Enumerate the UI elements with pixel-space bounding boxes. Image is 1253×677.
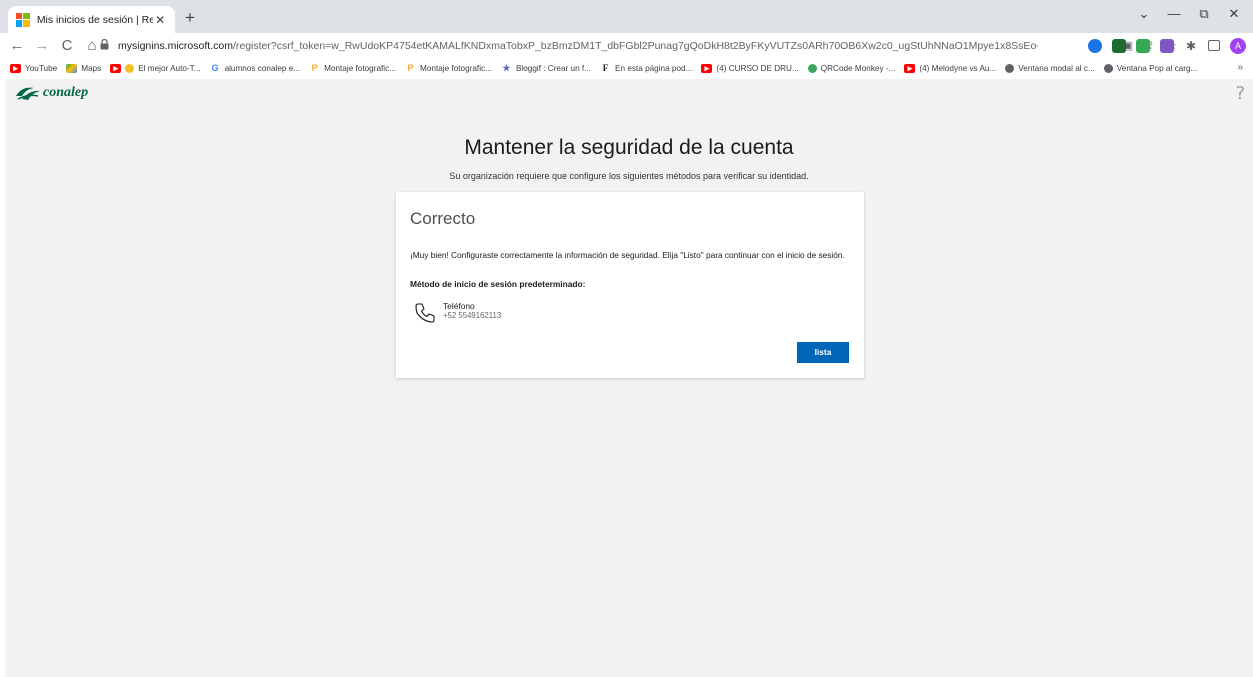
star-icon: ★ xyxy=(502,62,511,73)
extensions-puzzle-icon[interactable]: ✱ xyxy=(1184,39,1198,53)
extension-sheet-icon[interactable] xyxy=(1136,38,1150,53)
maps-icon xyxy=(66,63,78,73)
bookmark-item[interactable]: F En esta página pod... xyxy=(600,62,693,73)
extensions-area: ✱ A ⋮ xyxy=(1088,35,1253,56)
bookmark-label: (4) Melodyne vs Au... xyxy=(919,63,997,73)
bookmark-item[interactable]: ▸ (4) CURSO DE DRU... xyxy=(701,63,799,73)
conalep-logo: conalep xyxy=(14,84,88,102)
emoji-icon xyxy=(125,63,135,73)
youtube-icon: ▸ xyxy=(110,63,122,73)
p-icon: P xyxy=(407,62,414,73)
youtube-icon: ▸ xyxy=(904,63,916,73)
method-details: Teléfono +52 5549162113 xyxy=(443,301,501,321)
brand-header: conalep ? xyxy=(5,79,1253,111)
tab-search-icon[interactable]: ⌄ xyxy=(1129,3,1159,25)
bookmark-item[interactable]: Galumnos conalep e... xyxy=(210,62,301,73)
qr-icon xyxy=(807,63,817,73)
bookmark-item[interactable]: ★ Bloggif : Crear un f... xyxy=(501,62,592,73)
tab-title: Mis inicios de sesión | Registrarse xyxy=(36,13,154,26)
url-host: mysignins.microsoft.com xyxy=(118,39,233,52)
extension-purple-icon[interactable] xyxy=(1160,38,1174,53)
method-name: Teléfono xyxy=(443,301,475,311)
phone-icon xyxy=(415,303,435,323)
microsoft-logo-icon xyxy=(16,12,30,27)
bookmark-label: YouTube xyxy=(25,63,58,73)
url-text[interactable]: mysignins.microsoft.com/register?csrf_to… xyxy=(118,40,1038,52)
address-bar[interactable]: mysignins.microsoft.com/register?csrf_to… xyxy=(100,35,1177,56)
bookmarks-more-icon[interactable]: » xyxy=(1237,58,1243,78)
extension-sat-icon[interactable] xyxy=(1112,38,1126,53)
youtube-icon: ▸ xyxy=(701,63,713,73)
bookmark-label: El mejor Auto-T... xyxy=(138,63,201,73)
default-method: Teléfono +52 5549162113 xyxy=(414,301,501,324)
browser-toolbar: ← → C ⌂ mysignins.microsoft.com/register… xyxy=(0,33,1253,58)
page-subtitle: Su organización requiere que configure l… xyxy=(449,171,809,181)
lock-icon[interactable] xyxy=(100,38,112,53)
bookmark-label: (4) CURSO DE DRU... xyxy=(716,63,799,73)
bookmark-label: Bloggif : Crear un f... xyxy=(515,63,592,73)
profile-avatar[interactable]: A xyxy=(1230,37,1246,54)
bookmark-item[interactable]: QRCode Monkey -... xyxy=(807,63,896,73)
close-window-button[interactable]: ✕ xyxy=(1219,3,1249,25)
bookmark-item[interactable]: Ventana Pop al carg... xyxy=(1103,63,1198,73)
back-button[interactable]: ← xyxy=(6,35,28,57)
bookmark-label: Montaje fotografic... xyxy=(324,63,397,73)
bookmark-label: alumnos conalep e... xyxy=(224,63,301,73)
bookmark-item[interactable]: ▸ YouTube xyxy=(10,63,58,73)
page-content: conalep ? Mantener la seguridad de la cu… xyxy=(5,79,1253,677)
bookmark-label: En esta página pod... xyxy=(615,63,693,73)
card-title: Correcto xyxy=(410,209,476,228)
reload-button[interactable]: C xyxy=(56,35,78,57)
url-path: /register?csrf_token=w_RwUdoKP4754etKAMA… xyxy=(232,39,1038,52)
bookmark-item[interactable]: Maps xyxy=(66,63,102,73)
browser-tab[interactable]: Mis inicios de sesión | Registrarse ✕ xyxy=(8,6,175,33)
logo-text: conalep xyxy=(43,85,89,100)
window-controls: ⌄ — ⧉ ✕ xyxy=(1129,3,1249,25)
youtube-icon: ▸ xyxy=(10,63,21,73)
done-button[interactable]: lista xyxy=(797,342,849,363)
default-method-label: Método de inicio de sesión predeterminad… xyxy=(410,279,586,289)
bookmark-item[interactable]: ▸ El mejor Auto-T... xyxy=(110,63,201,73)
f-icon: F xyxy=(602,62,609,73)
google-icon: G xyxy=(211,62,219,73)
help-icon[interactable]: ? xyxy=(1235,83,1245,104)
p-icon: P xyxy=(311,62,318,73)
bookmarks-bar: ▸ YouTube Maps ▸ El mejor Auto-T... Galumn… xyxy=(0,58,1253,78)
bookmark-label: Ventana Pop al carg... xyxy=(1116,63,1198,73)
globe-icon xyxy=(1005,63,1015,73)
minimize-button[interactable]: — xyxy=(1159,3,1189,25)
tab-strip: Mis inicios de sesión | Registrarse ✕ + … xyxy=(0,0,1253,33)
bookmark-item[interactable]: P Montaje fotografic... xyxy=(309,62,397,73)
success-card: Correcto ¡Muy bien! Configuraste correct… xyxy=(396,192,864,378)
success-message: ¡Muy bien! Configuraste correctamente la… xyxy=(410,250,845,260)
bookmark-item[interactable]: ▸ (4) Melodyne vs Au... xyxy=(904,63,997,73)
tab-close-icon[interactable]: ✕ xyxy=(153,13,167,27)
new-tab-button[interactable]: + xyxy=(180,8,200,28)
bookmark-label: Montaje fotografic... xyxy=(420,63,492,73)
page-title: Mantener la seguridad de la cuenta xyxy=(464,136,794,159)
bookmark-label: Maps xyxy=(81,63,102,73)
restore-button[interactable]: ⧉ xyxy=(1189,3,1219,25)
bookmark-item[interactable]: P Montaje fotografic... xyxy=(405,62,492,73)
conalep-logo-icon xyxy=(16,87,40,100)
bookmark-item[interactable]: Ventana modal al c... xyxy=(1005,63,1095,73)
bookmark-label: QRCode Monkey -... xyxy=(820,63,896,73)
side-panel-icon[interactable] xyxy=(1208,40,1220,51)
bookmark-label: Ventana modal al c... xyxy=(1018,63,1095,73)
globe-icon xyxy=(1103,63,1113,73)
extension-blue-icon[interactable] xyxy=(1088,38,1102,53)
phone-number: +52 5549162113 xyxy=(443,311,502,320)
forward-button[interactable]: → xyxy=(31,35,53,57)
